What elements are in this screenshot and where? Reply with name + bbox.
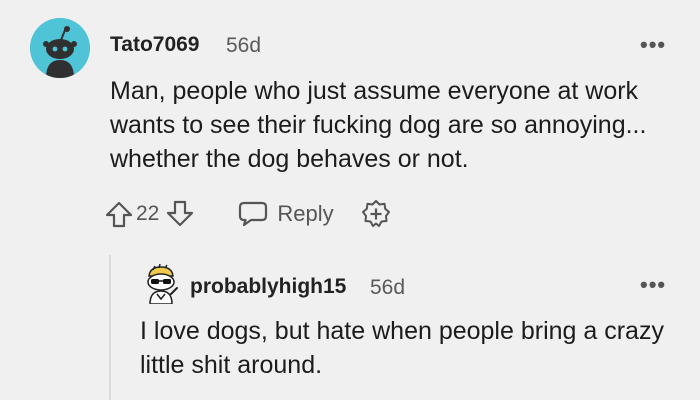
more-options-button[interactable]: ••• [640,32,666,58]
comment-timestamp: 56d [226,34,262,57]
downvote-button[interactable] [165,199,195,229]
reply-more-options-button[interactable]: ••• [640,272,666,298]
reply-avatar[interactable] [140,262,182,305]
avatar[interactable] [30,18,90,78]
upvote-icon [105,201,133,228]
comment-action-bar: 22 Reply [104,196,392,232]
vote-count: 22 [136,202,160,225]
reply-bubble-icon [239,201,268,227]
reply-label: Reply [277,201,334,226]
reply-body: I love dogs, but hate when people bring … [140,317,664,379]
comment-body: Man, people who just assume everyone at … [110,77,647,173]
downvote-icon [167,200,194,227]
upvote-button[interactable] [104,199,134,229]
award-plus-icon [361,200,390,227]
award-button[interactable] [360,198,392,230]
reply-username[interactable]: probablyhigh15 [190,275,346,299]
snoo-avatar-icon [30,18,90,78]
snoo-sunglasses-avatar-icon [147,263,178,305]
comment-username[interactable]: Tato7069 [110,33,200,57]
reply-timestamp: 56d [370,276,406,299]
reply-button[interactable]: Reply [237,199,334,229]
thread-line[interactable] [109,255,111,400]
